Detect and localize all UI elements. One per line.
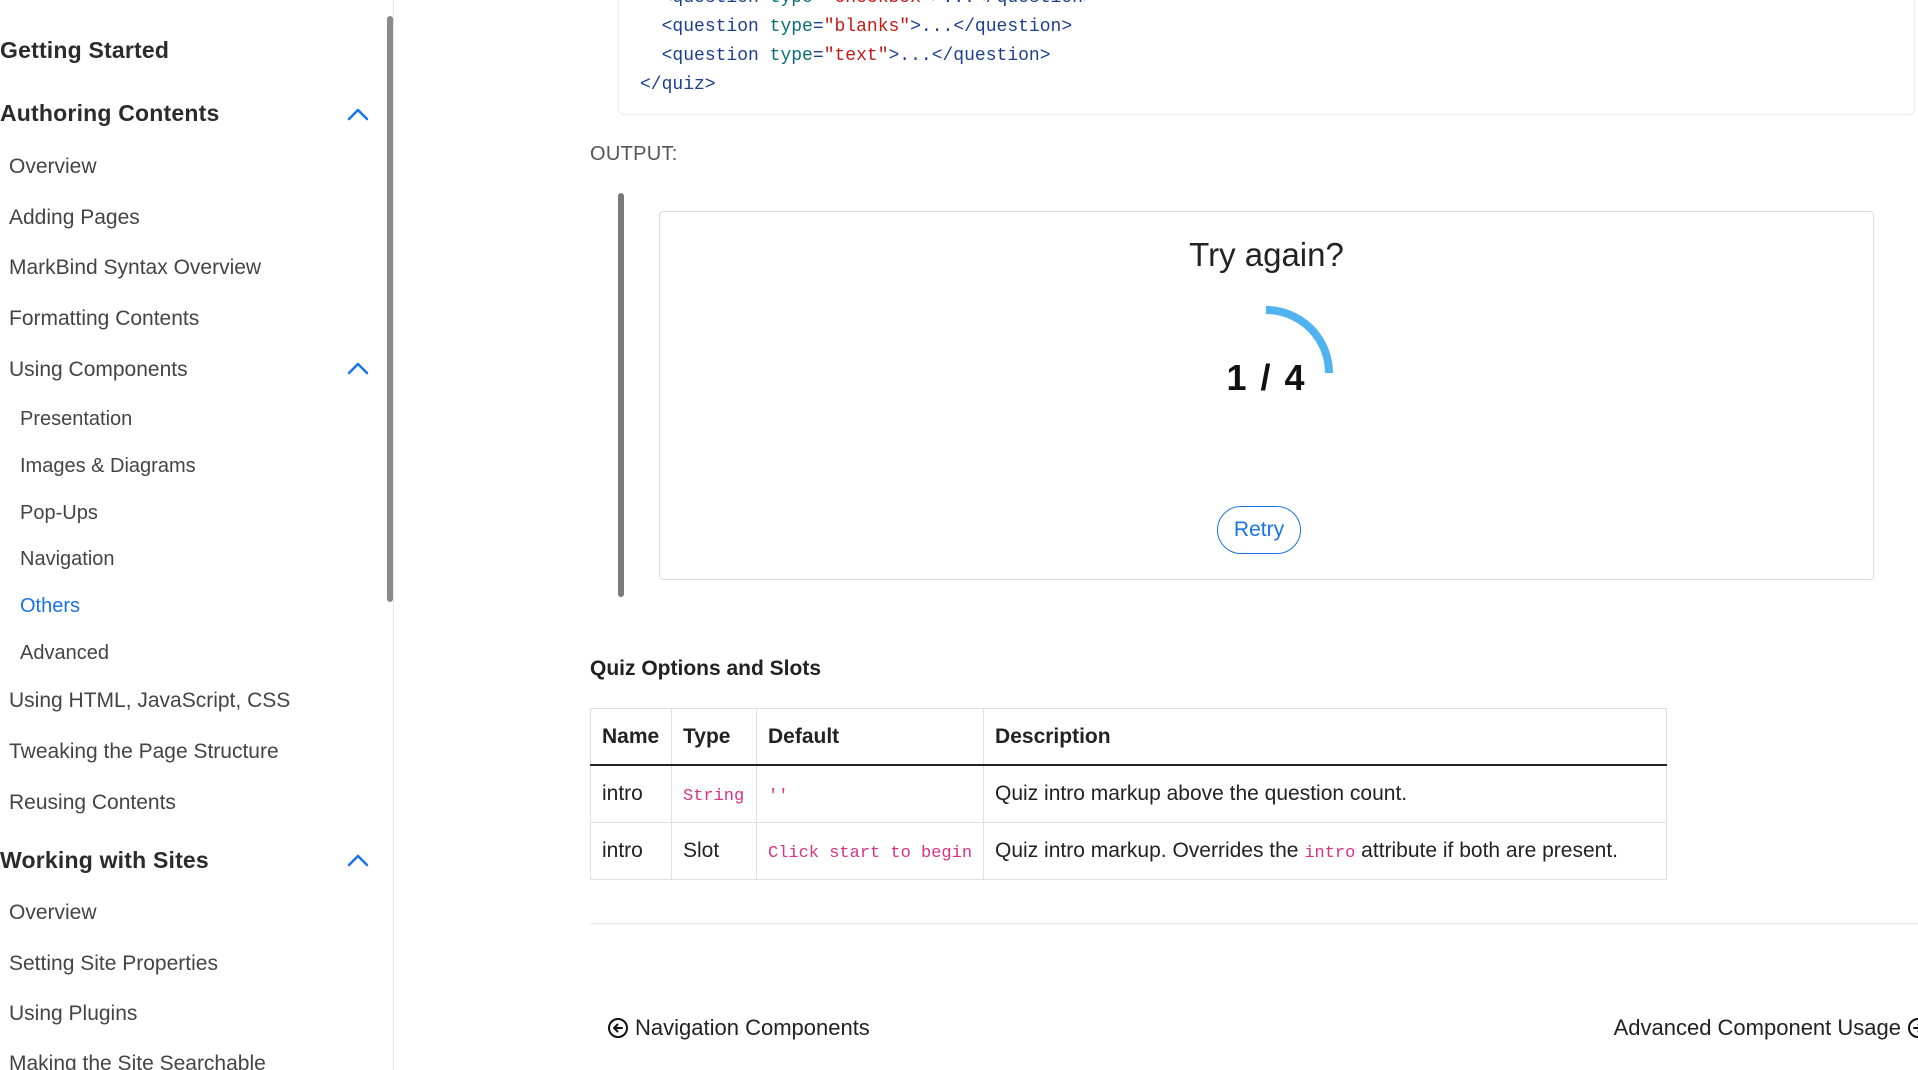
default-code: ''	[768, 787, 789, 806]
code-line: <question type="blanks">...</question>	[661, 17, 1073, 37]
chevron-up-icon[interactable]	[344, 104, 372, 124]
sidebar-item-sites-overview[interactable]: Overview	[9, 901, 97, 925]
sidebar-item-using-components[interactable]: Using Components	[9, 358, 188, 382]
sidebar-item-formatting-contents[interactable]: Formatting Contents	[9, 307, 199, 331]
default-code: Click start to begin	[768, 844, 973, 863]
cell-description: Quiz intro markup. Overrides the intro a…	[983, 822, 1668, 880]
sidebar-subitem-navigation[interactable]: Navigation	[20, 548, 115, 571]
cell-default: ''	[755, 764, 985, 823]
cell-default: Click start to begin	[755, 822, 985, 880]
sidebar-item-markbind-syntax[interactable]: MarkBind Syntax Overview	[9, 256, 261, 280]
sidebar-subitem-others[interactable]: Others	[20, 595, 80, 618]
output-label: OUTPUT:	[590, 143, 678, 165]
table-row: intro String '' Quiz intro markup above …	[590, 764, 1668, 823]
sidebar-item-using-plugins[interactable]: Using Plugins	[9, 1002, 137, 1026]
sidebar-subitem-presentation[interactable]: Presentation	[20, 408, 132, 431]
sidebar-scrollbar[interactable]	[387, 16, 393, 602]
table-row: intro Slot Click start to begin Quiz int…	[590, 822, 1668, 880]
column-header-default: Default	[755, 708, 985, 766]
footer-divider	[590, 923, 1918, 924]
column-header-type: Type	[671, 708, 757, 766]
code-block: <question type="checkbox">...</question>…	[618, 0, 1915, 115]
code-line: </quiz>	[640, 75, 716, 95]
column-header-description: Description	[983, 708, 1668, 766]
sidebar-item-adding-pages[interactable]: Adding Pages	[9, 206, 140, 230]
cell-type: Slot	[671, 822, 757, 880]
sidebar-item-making-site-searchable[interactable]: Making the Site Searchable	[9, 1052, 266, 1070]
sidebar-item-reusing-contents[interactable]: Reusing Contents	[9, 791, 176, 815]
prev-page-link[interactable]: Navigation Components	[607, 1015, 870, 1041]
quiz-card: Try again? 1 / 4 Retry	[659, 211, 1874, 580]
sidebar-section-authoring-contents[interactable]: Authoring Contents	[0, 100, 220, 127]
cell-type: String	[671, 764, 757, 823]
type-code: String	[683, 787, 745, 806]
next-page-link[interactable]: Advanced Component Usage	[1614, 1015, 1918, 1041]
arrow-left-circle-icon	[608, 1018, 628, 1038]
options-heading: Quiz Options and Slots	[590, 657, 821, 680]
sidebar-subitem-advanced[interactable]: Advanced	[20, 642, 109, 665]
cell-description: Quiz intro markup above the question cou…	[983, 764, 1668, 823]
sidebar-item-overview[interactable]: Overview	[9, 155, 97, 179]
sidebar-section-working-with-sites[interactable]: Working with Sites	[0, 847, 209, 874]
inline-code: intro	[1304, 844, 1356, 863]
chevron-up-icon[interactable]	[344, 358, 372, 378]
main-content: <question type="checkbox">...</question>…	[394, 0, 1918, 1070]
sidebar-item-using-html-js-css[interactable]: Using HTML, JavaScript, CSS	[9, 689, 290, 713]
cell-name: intro	[590, 822, 672, 880]
prev-page-label: Navigation Components	[635, 1015, 870, 1040]
options-table: Name Type Default Description intro Stri…	[590, 708, 1668, 880]
sidebar-item-tweaking-page-structure[interactable]: Tweaking the Page Structure	[9, 740, 279, 764]
chevron-up-icon[interactable]	[344, 850, 372, 870]
code-line: <question type="text">...</question>	[661, 46, 1051, 66]
sidebar-subitem-images-diagrams[interactable]: Images & Diagrams	[20, 455, 196, 478]
retry-button[interactable]: Retry	[1217, 506, 1301, 554]
code-line: <question type="checkbox">...</question>	[640, 0, 1094, 13]
sidebar-section-getting-started[interactable]: Getting Started	[0, 37, 169, 64]
output-border-bar	[618, 193, 624, 597]
quiz-title: Try again?	[1189, 236, 1344, 273]
table-header-row: Name Type Default Description	[590, 708, 1668, 766]
sidebar-subitem-pop-ups[interactable]: Pop-Ups	[20, 502, 98, 525]
sidebar: Getting Started Authoring Contents Overv…	[0, 0, 394, 1070]
cell-name: intro	[590, 764, 672, 823]
column-header-name: Name	[590, 708, 672, 766]
next-page-label: Advanced Component Usage	[1613, 1015, 1901, 1040]
arrow-right-circle-icon	[1908, 1018, 1918, 1038]
quiz-score: 1 / 4	[1226, 357, 1307, 398]
sidebar-item-setting-site-properties[interactable]: Setting Site Properties	[9, 952, 218, 976]
